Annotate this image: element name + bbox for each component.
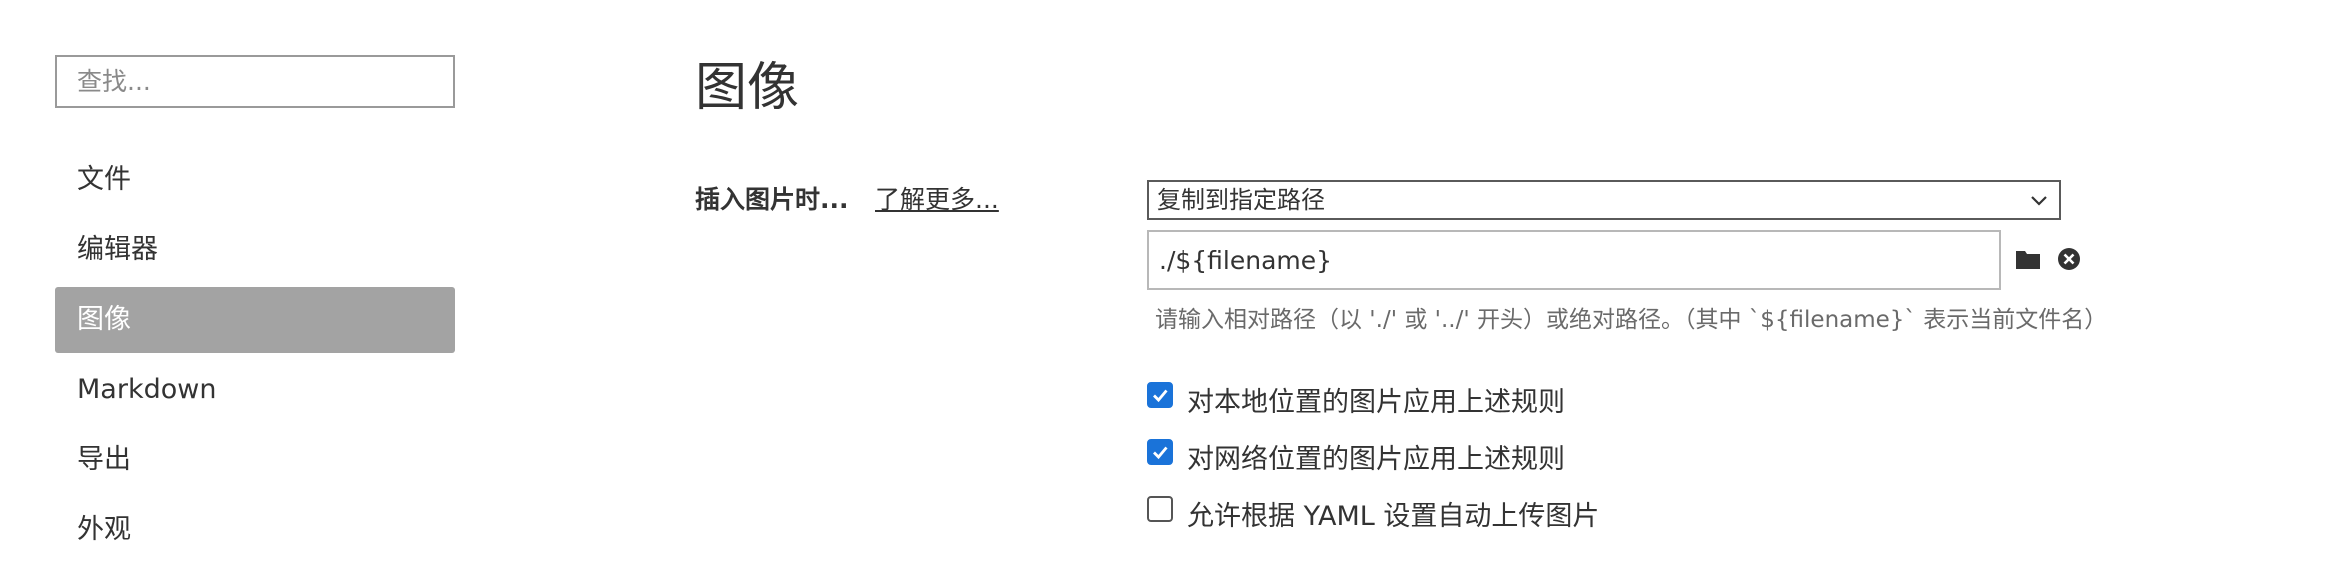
sidebar-item-editor[interactable]: 编辑器 [55, 217, 455, 283]
sidebar-item-markdown[interactable]: Markdown [55, 357, 455, 423]
path-hint: 请输入相对路径（以 './' 或 '../' 开头）或绝对路径。（其中 `${f… [1155, 307, 2108, 333]
search-input[interactable] [55, 55, 455, 108]
folder-icon[interactable] [2015, 248, 2041, 270]
chevron-down-icon [2031, 196, 2047, 206]
insert-action-select[interactable]: 复制到指定路径 [1147, 180, 2061, 220]
sidebar-item-file[interactable]: 文件 [55, 147, 455, 213]
sidebar-item-image[interactable]: 图像 [55, 287, 455, 353]
settings-sidebar: 文件 编辑器 图像 Markdown 导出 外观 [0, 0, 520, 545]
checkmark-icon [1153, 446, 1168, 460]
checkbox-local-images[interactable] [1147, 382, 1173, 408]
checkbox-yaml-upload[interactable] [1147, 496, 1173, 522]
checkbox-network-images[interactable] [1147, 439, 1173, 465]
page-title: 图像 [695, 58, 800, 118]
sidebar-item-appearance[interactable]: 外观 [55, 497, 455, 563]
sidebar-item-export[interactable]: 导出 [55, 427, 455, 493]
image-path-input[interactable] [1147, 230, 2001, 290]
option-label: 允许根据 YAML 设置自动上传图片 [1187, 501, 1600, 532]
insert-action-value: 复制到指定路径 [1157, 186, 1325, 214]
checkmark-icon [1153, 389, 1168, 403]
clear-icon[interactable] [2057, 247, 2081, 271]
option-label: 对本地位置的图片应用上述规则 [1187, 387, 1565, 418]
option-label: 对网络位置的图片应用上述规则 [1187, 444, 1565, 475]
learn-more-link[interactable]: 了解更多... [875, 180, 999, 216]
insert-image-label: 插入图片时... [695, 185, 849, 214]
